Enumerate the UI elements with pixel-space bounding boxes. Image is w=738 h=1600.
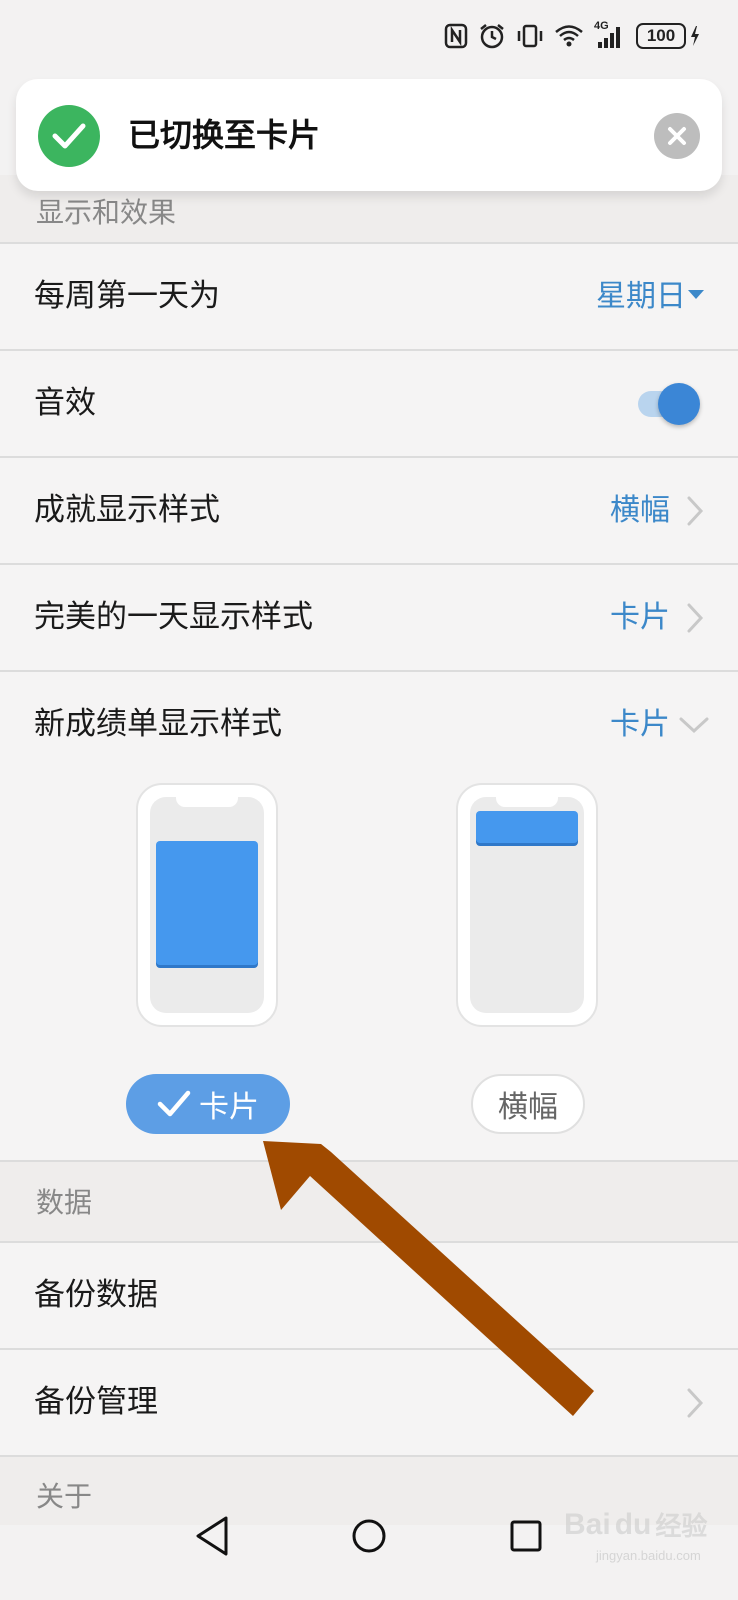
setting-achievement-style[interactable]: 成就显示样式 横幅 xyxy=(0,456,738,563)
section-header-data: 数据 xyxy=(0,1160,738,1241)
week-start-value[interactable]: 星期日 xyxy=(596,244,686,349)
setting-label: 音效 xyxy=(34,385,96,421)
setting-perfect-day-style[interactable]: 完美的一天显示样式 卡片 xyxy=(0,563,738,670)
close-icon[interactable] xyxy=(654,113,700,159)
banner-preview-block xyxy=(476,811,578,843)
check-circle-icon xyxy=(38,105,100,167)
phone-notch xyxy=(496,797,558,807)
toast-notification: 已切换至卡片 xyxy=(16,79,722,191)
nfc-icon xyxy=(444,23,468,49)
setting-label: 完美的一天显示样式 xyxy=(34,599,313,635)
perfect-day-style-value: 卡片 xyxy=(610,600,670,635)
toast-message: 已切换至卡片 xyxy=(128,116,321,154)
status-icons: 4G 100 xyxy=(444,20,700,52)
card-option-button[interactable]: 卡片 xyxy=(126,1074,290,1134)
charging-icon xyxy=(691,26,699,46)
watermark-brand-suffix: du xyxy=(614,1507,652,1541)
home-icon[interactable] xyxy=(352,1519,386,1553)
section-title: 数据 xyxy=(36,1186,93,1219)
chevron-right-icon xyxy=(687,496,704,526)
chevron-right-icon xyxy=(687,603,704,633)
banner-option-button[interactable]: 横幅 xyxy=(471,1074,585,1134)
backup-data-row[interactable]: 备份数据 xyxy=(0,1241,738,1348)
sound-toggle[interactable] xyxy=(638,383,700,425)
watermark-sub: 经验 xyxy=(655,1512,708,1542)
vibrate-icon xyxy=(516,23,544,49)
wifi-icon xyxy=(554,24,584,48)
recents-icon[interactable] xyxy=(510,1520,542,1552)
row-label: 备份管理 xyxy=(34,1384,158,1420)
section-title: 显示和效果 xyxy=(36,196,177,229)
checkmark-icon xyxy=(157,1090,191,1117)
signal-4g-icon: 4G xyxy=(594,20,626,50)
back-icon[interactable] xyxy=(196,1516,228,1556)
setting-report-style[interactable]: 新成绩单显示样式 卡片 xyxy=(0,670,738,777)
style-picker: 卡片 横幅 xyxy=(0,777,738,1160)
watermark-logo: Bai du 经验 xyxy=(564,1506,707,1543)
achievement-style-value: 横幅 xyxy=(610,493,670,528)
status-bar: 4G 100 xyxy=(0,0,738,70)
toggle-knob xyxy=(658,383,700,425)
report-style-value: 卡片 xyxy=(610,707,670,742)
battery-level: 100 xyxy=(636,23,686,49)
option-label: 卡片 xyxy=(199,1090,259,1125)
chevron-right-icon xyxy=(687,1388,704,1418)
banner-style-preview[interactable] xyxy=(456,783,598,1027)
watermark-brand: Bai xyxy=(564,1507,611,1541)
setting-label: 新成绩单显示样式 xyxy=(34,706,282,742)
setting-week-start[interactable]: 每周第一天为 星期日 xyxy=(0,242,738,349)
setting-label: 成就显示样式 xyxy=(34,492,220,528)
battery-icon: 100 xyxy=(636,23,700,49)
setting-label: 每周第一天为 xyxy=(34,278,220,314)
option-label: 横幅 xyxy=(498,1090,558,1125)
phone-notch xyxy=(176,797,238,807)
watermark-url: jingyan.baidu.com xyxy=(596,1548,701,1563)
backup-manage-row[interactable]: 备份管理 xyxy=(0,1348,738,1455)
dropdown-caret-icon xyxy=(688,290,704,299)
card-style-preview[interactable] xyxy=(136,783,278,1027)
card-preview-block xyxy=(156,841,258,965)
setting-sound: 音效 xyxy=(0,349,738,456)
row-label: 备份数据 xyxy=(34,1277,158,1313)
chevron-down-icon xyxy=(679,717,709,734)
alarm-icon xyxy=(478,22,506,50)
